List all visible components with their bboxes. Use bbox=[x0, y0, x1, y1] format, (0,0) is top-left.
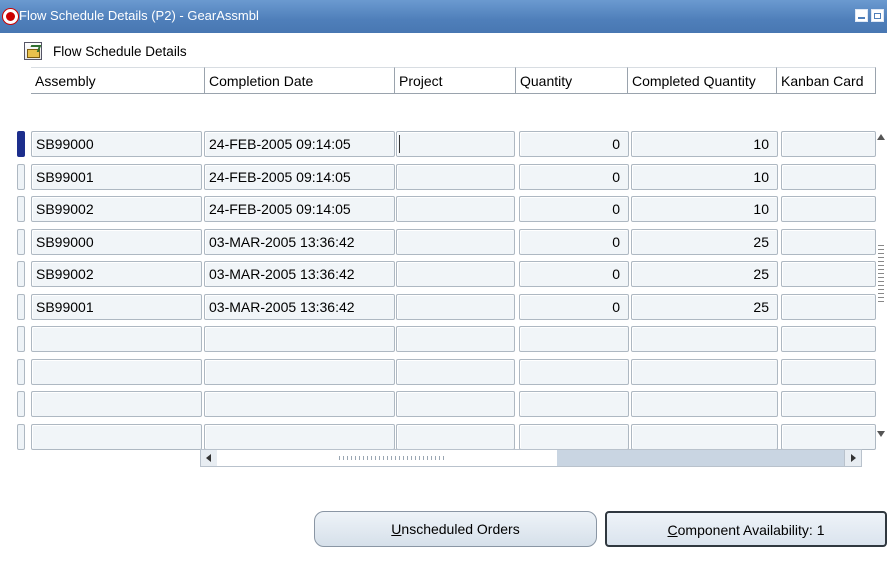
project-field[interactable] bbox=[396, 326, 515, 352]
completion-date-field[interactable]: 03-MAR-2005 13:36:42 bbox=[204, 261, 395, 287]
completion-date-field[interactable]: 03-MAR-2005 13:36:42 bbox=[204, 229, 395, 255]
unscheduled-orders-button[interactable]: Unscheduled Orders bbox=[314, 511, 597, 547]
project-field[interactable] bbox=[396, 294, 515, 320]
assembly-field[interactable] bbox=[31, 359, 202, 385]
quantity-field[interactable] bbox=[519, 326, 629, 352]
component-mnemonic: C bbox=[667, 522, 678, 538]
completion-date-field[interactable]: 24-FEB-2005 09:14:05 bbox=[204, 131, 395, 157]
kanban-card-field[interactable] bbox=[781, 164, 876, 190]
scroll-down-icon[interactable] bbox=[877, 431, 885, 437]
completed-quantity-field[interactable]: 25 bbox=[631, 229, 778, 255]
row-selector[interactable] bbox=[17, 261, 25, 287]
quantity-field[interactable] bbox=[519, 424, 629, 450]
quantity-field[interactable]: 0 bbox=[519, 196, 629, 222]
unscheduled-mnemonic: U bbox=[391, 521, 402, 537]
kanban-card-field[interactable] bbox=[781, 196, 876, 222]
project-field[interactable] bbox=[396, 261, 515, 287]
project-field[interactable] bbox=[396, 164, 515, 190]
kanban-card-field[interactable] bbox=[781, 229, 876, 255]
column-header-kanban-card[interactable]: Kanban Card bbox=[777, 67, 876, 94]
project-field[interactable] bbox=[396, 196, 515, 222]
row-selector[interactable] bbox=[17, 229, 25, 255]
section-title: Flow Schedule Details bbox=[53, 44, 187, 59]
row-selector[interactable] bbox=[17, 359, 25, 385]
completed-quantity-field[interactable]: 10 bbox=[631, 196, 778, 222]
kanban-card-field[interactable] bbox=[781, 391, 876, 417]
quantity-field[interactable]: 0 bbox=[519, 294, 629, 320]
completed-quantity-field[interactable] bbox=[631, 359, 778, 385]
quantity-field[interactable]: 0 bbox=[519, 261, 629, 287]
quantity-field[interactable]: 0 bbox=[519, 229, 629, 255]
row-selector[interactable] bbox=[17, 196, 25, 222]
assembly-field[interactable]: SB99002 bbox=[31, 196, 202, 222]
assembly-field[interactable]: SB99001 bbox=[31, 294, 202, 320]
kanban-card-field[interactable] bbox=[781, 359, 876, 385]
kanban-card-field[interactable] bbox=[781, 424, 876, 450]
assembly-field[interactable]: SB99000 bbox=[31, 131, 202, 157]
completion-date-field[interactable] bbox=[204, 359, 395, 385]
completion-date-field[interactable]: 24-FEB-2005 09:14:05 bbox=[204, 196, 395, 222]
quantity-field[interactable] bbox=[519, 391, 629, 417]
scroll-right-icon[interactable] bbox=[844, 450, 861, 466]
row-selector[interactable] bbox=[17, 164, 25, 190]
column-header-project[interactable]: Project bbox=[395, 67, 516, 94]
assembly-field[interactable] bbox=[31, 391, 202, 417]
completed-quantity-field[interactable] bbox=[631, 326, 778, 352]
open-folder-icon[interactable] bbox=[24, 42, 42, 60]
row-selector[interactable] bbox=[17, 131, 25, 157]
completion-date-field[interactable] bbox=[204, 326, 395, 352]
completed-quantity-field[interactable]: 10 bbox=[631, 131, 778, 157]
kanban-card-field[interactable] bbox=[781, 294, 876, 320]
kanban-card-field[interactable] bbox=[781, 131, 876, 157]
assembly-field[interactable] bbox=[31, 424, 202, 450]
row-selector[interactable] bbox=[17, 326, 25, 352]
column-header-assembly[interactable]: Assembly bbox=[31, 67, 205, 94]
scroll-grip[interactable] bbox=[878, 245, 884, 305]
completed-quantity-field[interactable] bbox=[631, 424, 778, 450]
minimize-icon[interactable] bbox=[855, 9, 868, 22]
vertical-scrollbar[interactable] bbox=[876, 130, 887, 441]
scroll-trough[interactable] bbox=[557, 450, 844, 466]
row-selector[interactable] bbox=[17, 424, 25, 450]
oracle-logo-icon bbox=[3, 9, 18, 24]
quantity-field[interactable]: 0 bbox=[519, 131, 629, 157]
component-label: omponent Availability: 1 bbox=[677, 522, 825, 538]
row-selector[interactable] bbox=[17, 391, 25, 417]
completed-quantity-field[interactable]: 10 bbox=[631, 164, 778, 190]
assembly-field[interactable]: SB99001 bbox=[31, 164, 202, 190]
quantity-field[interactable] bbox=[519, 359, 629, 385]
quantity-field[interactable]: 0 bbox=[519, 164, 629, 190]
project-field[interactable] bbox=[396, 131, 515, 157]
kanban-card-field[interactable] bbox=[781, 261, 876, 287]
completed-quantity-field[interactable] bbox=[631, 391, 778, 417]
window-title-bar: Flow Schedule Details (P2) - GearAssmbl bbox=[0, 0, 887, 33]
scroll-up-icon[interactable] bbox=[877, 134, 885, 140]
assembly-field[interactable]: SB99000 bbox=[31, 229, 202, 255]
completed-quantity-field[interactable]: 25 bbox=[631, 294, 778, 320]
maximize-icon[interactable] bbox=[871, 9, 884, 22]
completion-date-field[interactable] bbox=[204, 391, 395, 417]
project-field[interactable] bbox=[396, 359, 515, 385]
unscheduled-label: nscheduled Orders bbox=[401, 521, 520, 537]
column-header-completion-date[interactable]: Completion Date bbox=[205, 67, 395, 94]
assembly-field[interactable] bbox=[31, 326, 202, 352]
assembly-field[interactable]: SB99002 bbox=[31, 261, 202, 287]
row-selector[interactable] bbox=[17, 294, 25, 320]
completion-date-field[interactable]: 03-MAR-2005 13:36:42 bbox=[204, 294, 395, 320]
completion-date-field[interactable] bbox=[204, 424, 395, 450]
scroll-left-icon[interactable] bbox=[201, 450, 218, 466]
window-title: Flow Schedule Details (P2) - GearAssmbl bbox=[19, 8, 259, 23]
scroll-thumb[interactable] bbox=[217, 450, 557, 466]
completion-date-field[interactable]: 24-FEB-2005 09:14:05 bbox=[204, 164, 395, 190]
completed-quantity-field[interactable]: 25 bbox=[631, 261, 778, 287]
column-header-quantity[interactable]: Quantity bbox=[516, 67, 628, 94]
kanban-card-field[interactable] bbox=[781, 326, 876, 352]
horizontal-scrollbar[interactable] bbox=[200, 449, 862, 467]
component-availability-button[interactable]: Component Availability: 1 bbox=[605, 511, 887, 547]
project-field[interactable] bbox=[396, 424, 515, 450]
project-field[interactable] bbox=[396, 391, 515, 417]
project-field[interactable] bbox=[396, 229, 515, 255]
column-header-completed-quantity[interactable]: Completed Quantity bbox=[628, 67, 777, 94]
